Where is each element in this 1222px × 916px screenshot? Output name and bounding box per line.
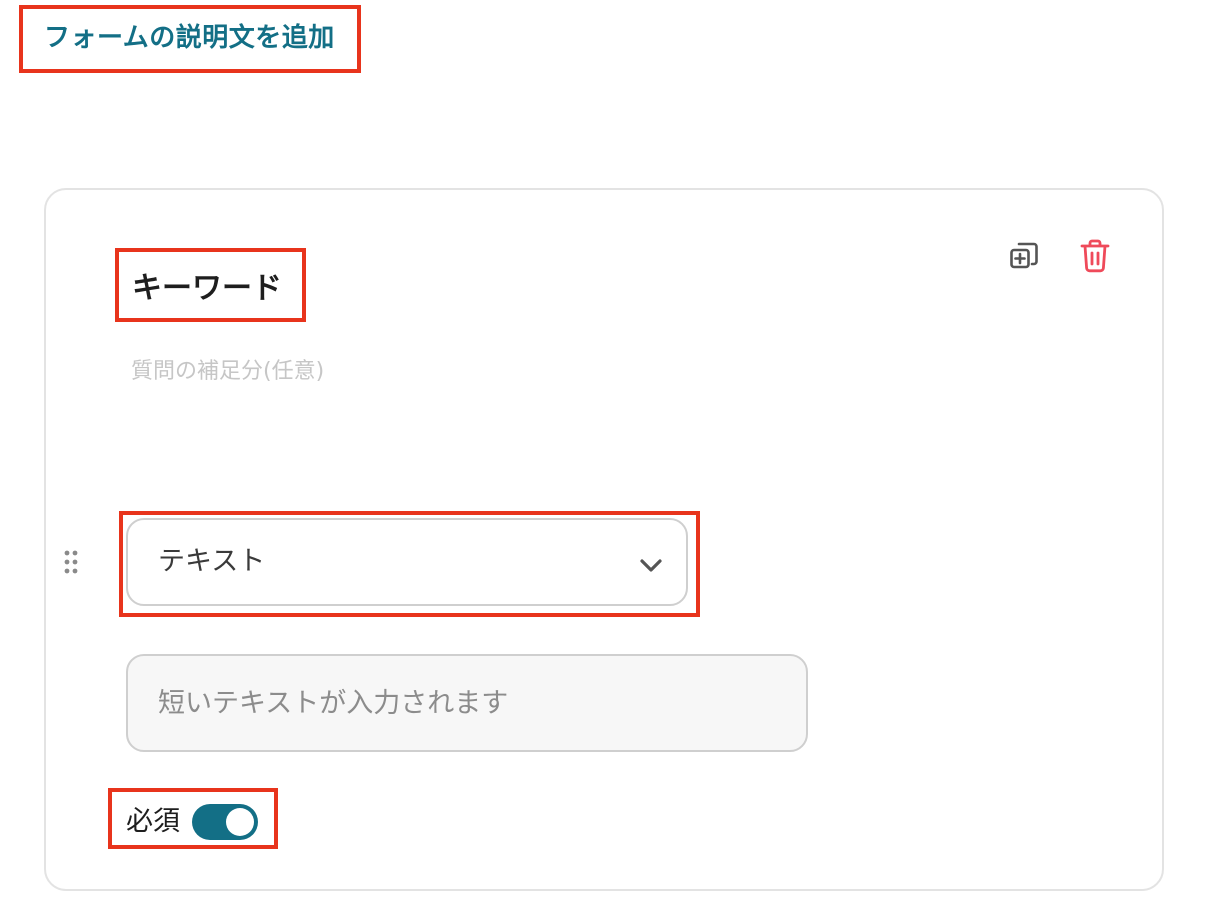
add-form-description-link[interactable]: フォームの説明文を追加 [44, 18, 335, 58]
toggle-knob [226, 808, 254, 836]
question-type-value: テキスト [158, 546, 266, 577]
required-label: 必須 [126, 806, 180, 837]
question-type-select[interactable]: テキスト [126, 518, 688, 606]
answer-preview-input[interactable] [126, 654, 808, 752]
delete-button[interactable] [1075, 238, 1115, 278]
required-toggle[interactable] [192, 804, 258, 840]
drag-handle[interactable] [60, 548, 82, 580]
chevron-down-icon [638, 552, 664, 578]
drag-handle-icon [63, 549, 79, 579]
question-note-field[interactable]: 質問の補足分(任意) [131, 355, 324, 389]
trash-icon [1078, 238, 1112, 278]
question-title[interactable]: キーワード [132, 268, 282, 310]
duplicate-button[interactable] [1004, 238, 1044, 278]
copy-plus-icon [1007, 239, 1041, 277]
